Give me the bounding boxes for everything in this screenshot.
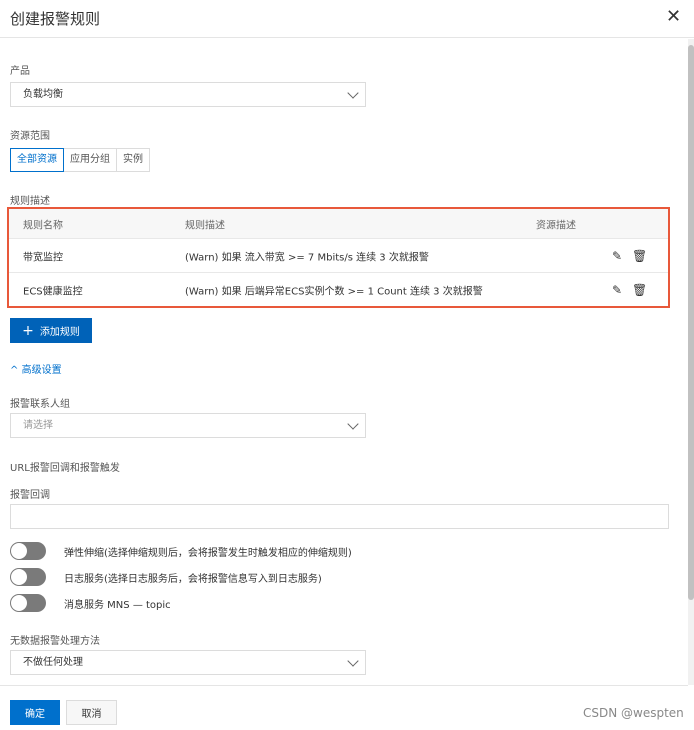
dialog-header: 创建报警规则 ✕ [0,0,694,38]
add-rule-button[interactable]: + 添加规则 [10,318,92,343]
url-section-label: URL报警回调和报警触发 [10,463,120,474]
cancel-button[interactable]: 取消 [66,700,117,725]
footer-divider [0,685,688,686]
advanced-settings-toggle[interactable]: ^ 高级设置 [10,361,62,376]
chevron-up-icon: ^ [10,365,19,376]
add-rule-label: 添加规则 [39,327,80,338]
edit-icon[interactable]: ✎ [612,283,622,297]
mns-label: 消息服务 MNS — topic [64,600,171,611]
scope-tabs: 全部资源 应用分组 实例 [10,148,150,172]
callback-input[interactable] [10,504,669,529]
rule-name: 带宽监控 [23,252,63,263]
table-header: 规则名称 规则描述 资源描述 [9,209,668,239]
autoscaling-toggle[interactable] [10,542,46,560]
contacts-select[interactable]: 请选择 [10,413,366,438]
table-row: ECS健康监控 (Warn) 如果 后端异常ECS实例个数 >= 1 Count… [9,273,668,307]
scrollbar-thumb[interactable] [688,45,694,600]
table-row: 带宽监控 (Warn) 如果 流入带宽 >= 7 Mbits/s 连续 3 次就… [9,239,668,273]
chevron-down-icon [347,418,359,430]
header-resource-desc: 资源描述 [536,220,576,231]
nodata-value: 不做任何处理 [23,657,83,668]
edit-icon[interactable]: ✎ [612,249,622,263]
trash-icon[interactable]: 🗑 [632,283,647,297]
plus-icon: + [22,322,34,339]
rule-desc: (Warn) 如果 后端异常ECS实例个数 >= 1 Count 连续 3 次就… [185,286,483,298]
log-service-toggle[interactable] [10,568,46,586]
tab-all-resources[interactable]: 全部资源 [10,148,64,172]
rule-desc: (Warn) 如果 流入带宽 >= 7 Mbits/s 连续 3 次就报警 [185,252,429,263]
header-rule-desc: 规则描述 [185,220,225,231]
ok-button[interactable]: 确定 [10,700,60,725]
rule-name: ECS健康监控 [23,286,83,298]
product-value: 负载均衡 [23,89,63,100]
rules-table: 规则名称 规则描述 资源描述 带宽监控 (Warn) 如果 流入带宽 >= 7 … [7,207,670,308]
mns-toggle[interactable] [10,594,46,612]
scope-label: 资源范围 [10,131,50,142]
advanced-label: 高级设置 [21,365,62,376]
tab-app-group[interactable]: 应用分组 [63,148,117,172]
product-select[interactable]: 负载均衡 [10,82,366,107]
contacts-label: 报警联系人组 [10,399,70,410]
product-label: 产品 [10,66,30,77]
chevron-down-icon [347,655,359,667]
tab-instance[interactable]: 实例 [116,148,150,172]
chevron-down-icon [347,87,359,99]
close-icon[interactable]: ✕ [666,6,681,27]
rules-label: 规则描述 [10,196,50,207]
autoscaling-label: 弹性伸缩(选择伸缩规则后，会将报警发生时触发相应的伸缩规则) [64,548,352,559]
nodata-select[interactable]: 不做任何处理 [10,650,366,675]
trash-icon[interactable]: 🗑 [632,249,647,263]
dialog-title: 创建报警规则 [10,10,101,28]
header-rule-name: 规则名称 [23,220,63,231]
callback-label: 报警回调 [10,490,50,501]
nodata-label: 无数据报警处理方法 [10,636,100,647]
contacts-placeholder: 请选择 [23,420,53,431]
log-service-label: 日志服务(选择日志服务后，会将报警信息写入到日志服务) [64,574,322,585]
watermark: CSDN @wespten [583,706,684,720]
